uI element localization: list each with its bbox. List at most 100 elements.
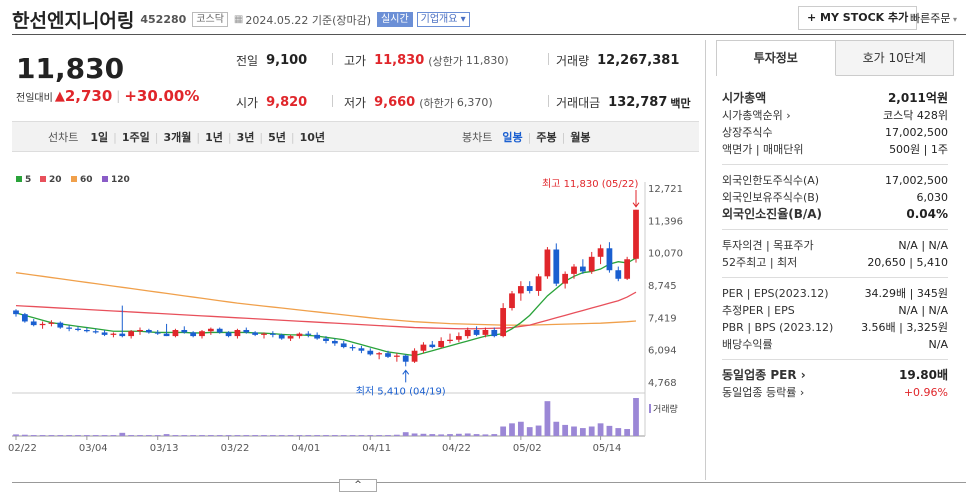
volume-bar bbox=[305, 435, 312, 436]
volume-bar bbox=[145, 435, 152, 436]
panel-row-value: 2,011억원 bbox=[887, 91, 948, 105]
panel-row-label[interactable]: 동일업종 등락률 › bbox=[722, 384, 804, 401]
candle-body bbox=[30, 321, 37, 326]
volume-bar bbox=[473, 434, 480, 436]
overview-dropdown[interactable]: 기업개요 ▾ bbox=[416, 12, 470, 27]
volume-bar bbox=[633, 398, 639, 436]
panel-row-value: 500원 | 1주 bbox=[889, 143, 948, 156]
x-tick-label: 03/22 bbox=[221, 443, 250, 454]
price-chart[interactable]: 12,721 11,396 10,070 8,745 7,419 6,094 4,768 02… bbox=[0, 160, 700, 465]
period-tab-4[interactable]: 3년 bbox=[237, 129, 255, 145]
volume-bar bbox=[358, 435, 365, 436]
divider bbox=[548, 53, 549, 65]
candle-body bbox=[562, 273, 569, 284]
candle-chart-label: 봉차트 bbox=[462, 131, 493, 144]
legend-label: 20 bbox=[49, 175, 62, 185]
candle-body bbox=[553, 249, 560, 284]
panel-row-value: 34.29배 | 345원 bbox=[864, 287, 948, 300]
period-tab-2[interactable]: 3개월 bbox=[164, 129, 192, 145]
lower-limit-label: (하한가 bbox=[419, 96, 454, 110]
market-tag: 코스닥 bbox=[192, 12, 228, 27]
my-stock-button[interactable]: + MY STOCK 추가 bbox=[798, 6, 918, 30]
divider bbox=[548, 95, 549, 107]
panel-section: 동일업종 PER › 19.80배동일업종 등락률 › +0.96% bbox=[722, 359, 948, 401]
panel-row-label: 외국인한도주식수(A) bbox=[722, 174, 820, 187]
candle-tab-0[interactable]: 일봉 bbox=[502, 129, 522, 145]
candle-body bbox=[597, 248, 604, 257]
volume-bar bbox=[544, 401, 551, 436]
x-tick-label: 04/01 bbox=[291, 443, 320, 454]
panel-row-label: 배당수익률 bbox=[722, 338, 773, 351]
x-tick-label: 05/14 bbox=[593, 443, 622, 454]
volume-bar bbox=[83, 435, 90, 436]
panel-row-label[interactable]: 동일업종 PER › bbox=[722, 367, 806, 384]
low-annotation: 최저 5,410 (04/19) bbox=[356, 385, 446, 397]
period-tab-1[interactable]: 1주일 bbox=[122, 129, 150, 145]
line-chart-label: 선차트 bbox=[48, 131, 79, 144]
candle-body bbox=[464, 329, 471, 337]
candle-body bbox=[624, 259, 631, 279]
bottom-divider bbox=[12, 482, 966, 483]
period-tab-0[interactable]: 1일 bbox=[90, 129, 108, 145]
panel-row: 추정PER | EPS N/A | N/A bbox=[722, 302, 948, 319]
panel-row-label: PER | EPS(2023.12) bbox=[722, 287, 829, 300]
candle-body bbox=[154, 332, 161, 334]
panel-row: 동일업종 등락률 › +0.96% bbox=[722, 384, 948, 401]
x-tick-label: 03/04 bbox=[79, 443, 108, 454]
volume-bar bbox=[234, 435, 241, 436]
volume-bar bbox=[624, 429, 631, 436]
tab-investment-info[interactable]: 투자정보 bbox=[717, 41, 836, 76]
volume-bar bbox=[606, 425, 613, 436]
panel-row: 외국인한도주식수(A) 17,002,500 bbox=[722, 172, 948, 189]
candle-tab-2[interactable]: 월봉 bbox=[570, 129, 590, 145]
stat-amount: 거래대금 132,787 백만 bbox=[556, 94, 691, 111]
period-tab-6[interactable]: 10년 bbox=[300, 129, 325, 145]
volume-bar bbox=[509, 423, 515, 436]
divider bbox=[332, 95, 333, 107]
candle-body bbox=[190, 332, 197, 337]
panel-row-label[interactable]: 시가총액순위 › bbox=[722, 107, 791, 124]
period-tab-5[interactable]: 5년 bbox=[268, 129, 286, 145]
realtime-button[interactable]: 실시간 bbox=[377, 12, 413, 27]
panel-row-value: N/A bbox=[928, 338, 948, 351]
stat-low-value: 9,660 bbox=[374, 95, 416, 110]
candle-body bbox=[216, 328, 223, 333]
candle-body bbox=[75, 328, 81, 330]
y-tick-label: 10,070 bbox=[648, 249, 683, 260]
volume-bar bbox=[172, 435, 179, 436]
candle-body bbox=[349, 347, 356, 349]
stat-volume-label: 거래량 bbox=[556, 54, 590, 68]
panel-row-label: 추정PER | EPS bbox=[722, 304, 795, 317]
panel-row-value: 19.80배 bbox=[899, 368, 948, 382]
quick-order-button[interactable]: 빠른주문 ▾ bbox=[910, 10, 957, 26]
candle-tab-1[interactable]: 주봉 bbox=[536, 129, 556, 145]
collapse-button[interactable]: ^ bbox=[339, 479, 377, 492]
panel-row-value: 3.56배 | 3,325원 bbox=[861, 321, 948, 334]
volume-bar bbox=[207, 435, 214, 436]
panel-section: PER | EPS(2023.12) 34.29배 | 345원추정PER | E… bbox=[722, 277, 948, 353]
candle-body bbox=[314, 334, 321, 339]
volume-bar bbox=[13, 434, 19, 436]
period-tab-3[interactable]: 1년 bbox=[205, 129, 223, 145]
volume-bar bbox=[199, 435, 205, 436]
candle-body bbox=[340, 343, 347, 348]
panel-row-label: 액면가 | 매매단위 bbox=[722, 143, 804, 156]
tab-orderbook[interactable]: 호가 10단계 bbox=[835, 41, 953, 76]
volume-bar bbox=[243, 435, 250, 436]
volume-bar bbox=[66, 435, 73, 436]
candle-body bbox=[163, 333, 170, 337]
volume-bar bbox=[482, 434, 489, 436]
candle-body bbox=[411, 350, 418, 362]
quick-order-label: 빠른주문 bbox=[910, 12, 951, 25]
stock-header: 한선엔지니어링 452280 코스닥 ▦ 2024.05.22 기준(장마감) … bbox=[12, 6, 470, 33]
volume-bar bbox=[429, 434, 436, 436]
high-arrow bbox=[632, 190, 640, 208]
volume-bar bbox=[571, 426, 577, 436]
panel-row-value: N/A | N/A bbox=[898, 304, 948, 317]
divider: | bbox=[561, 130, 566, 144]
volume-bar bbox=[181, 435, 188, 436]
candle-body bbox=[57, 322, 64, 328]
volume-bar bbox=[190, 435, 197, 436]
candle-body bbox=[376, 353, 383, 355]
panel-row-value: +0.96% bbox=[903, 386, 948, 399]
